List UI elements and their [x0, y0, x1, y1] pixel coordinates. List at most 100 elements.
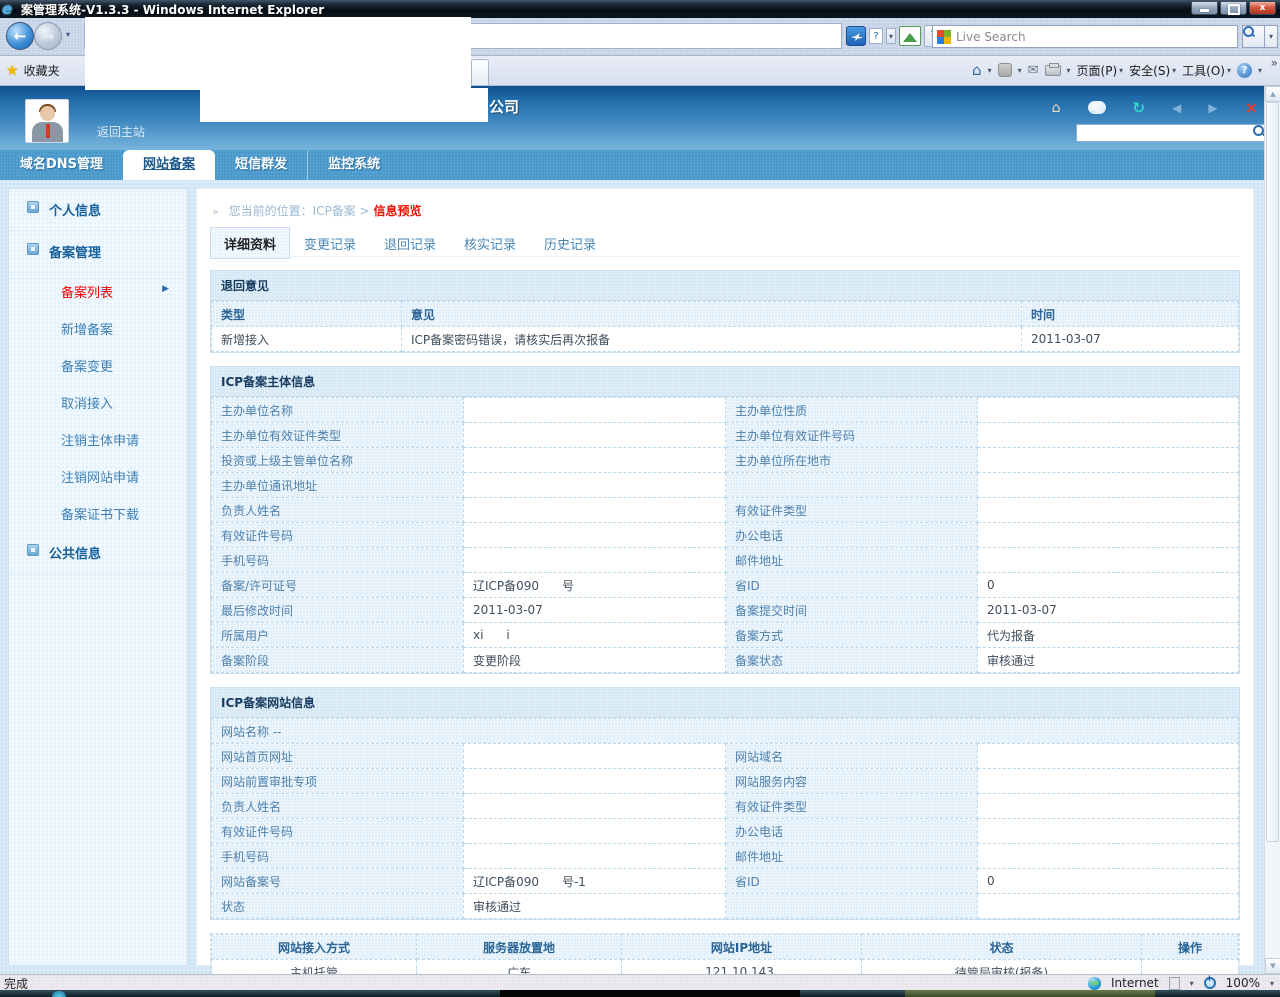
zoom-dropdown-icon[interactable]: ▾ — [1270, 979, 1274, 988]
nav-tab-2[interactable]: 网站备案 — [123, 150, 215, 180]
print-dropdown-icon[interactable]: ▾ — [1067, 66, 1071, 75]
restore-button[interactable] — [1220, 1, 1247, 15]
zoom-icon[interactable] — [1204, 977, 1216, 989]
sidebar-item-9[interactable]: 备案证书下载 — [9, 495, 187, 532]
field-label: 状态 — [212, 894, 464, 919]
scroll-up-icon[interactable]: ▲ — [1265, 86, 1280, 102]
table-row: 备案阶段变更阶段备案状态审核通过 — [212, 648, 1239, 673]
help-dropdown-icon[interactable]: ▾ — [1258, 66, 1262, 75]
field-label: 主办单位性质 — [726, 398, 978, 423]
addon-help-icon[interactable]: ? — [869, 28, 883, 44]
detail-tab-3[interactable]: 退回记录 — [370, 228, 450, 258]
sidebar-group-1[interactable]: 个人信息 — [9, 189, 187, 231]
field-label: 主办单位有效证件号码 — [726, 423, 978, 448]
field-value: 代为报备 — [978, 623, 1239, 648]
sidebar-item-5[interactable]: 备案变更 — [9, 347, 187, 384]
safety-menu-dropdown-icon: ▾ — [1172, 66, 1176, 75]
detail-tab-2[interactable]: 变更记录 — [290, 228, 370, 258]
detail-tab-5[interactable]: 历史记录 — [530, 228, 610, 258]
header-chat-icon[interactable] — [1088, 101, 1106, 114]
live-search-input[interactable]: Live Search — [932, 25, 1238, 48]
detail-tab-1[interactable]: 详细资料 — [210, 227, 290, 259]
field-value: 2011-03-07 — [978, 598, 1239, 623]
page-menu[interactable]: 页面(P) ▾ — [1077, 62, 1124, 79]
minimize-button[interactable] — [1191, 1, 1218, 15]
content-panel: » 您当前的位置：ICP备案 > 信息预览 详细资料变更记录退回记录核实记录历史… — [196, 188, 1254, 966]
nav-tab-4[interactable]: 监控系统 — [307, 150, 400, 180]
addon-bird-icon[interactable] — [846, 26, 866, 46]
help-icon[interactable]: ? — [1237, 63, 1252, 78]
history-dropdown-icon[interactable]: ▾ — [66, 30, 70, 39]
nav-tab-1[interactable]: 域名DNS管理 — [0, 150, 123, 180]
company-name: 公司 — [489, 96, 519, 117]
field-value — [464, 844, 726, 869]
back-to-main-link[interactable]: 返回主站 — [97, 123, 145, 140]
search-options-dropdown[interactable]: ▾ — [1265, 25, 1278, 48]
section-title: ICP备案主体信息 — [211, 367, 1239, 397]
field-label: 所属用户 — [212, 623, 464, 648]
field-label: 备案状态 — [726, 648, 978, 673]
browser-tab[interactable] — [471, 59, 489, 85]
header-next-icon[interactable]: ▶ — [1208, 101, 1217, 115]
site-info-section: ICP备案网站信息 网站名称 -- 网站首页网址网站域名网站前置审批专项网站服务… — [210, 687, 1240, 920]
taskbar-window[interactable] — [500, 990, 800, 997]
field-label: 省ID — [726, 869, 978, 894]
back-button[interactable]: ← — [6, 22, 34, 50]
vertical-scrollbar[interactable]: ▲ ▼ — [1264, 86, 1280, 974]
header-home-icon[interactable]: ⌂ — [1052, 100, 1061, 116]
zone-dropdown-icon[interactable]: ▾ — [1190, 979, 1194, 988]
field-label: 网站服务内容 — [726, 769, 978, 794]
avatar — [25, 99, 69, 143]
search-go-button[interactable] — [1242, 25, 1265, 48]
header-prev-icon[interactable]: ◀ — [1172, 101, 1181, 115]
header-refresh-icon[interactable]: ↻ — [1133, 99, 1146, 117]
field-value: 辽ICP备090 号-1 — [464, 869, 726, 894]
field-label: 办公电话 — [726, 819, 978, 844]
field-label: 主办单位所在地市 — [726, 448, 978, 473]
sidebar-group-2[interactable]: 备案管理 — [9, 231, 187, 273]
tools-menu[interactable]: 工具(O) ▾ — [1182, 62, 1231, 79]
safety-menu[interactable]: 安全(S) ▾ — [1129, 62, 1176, 79]
scrollbar-thumb[interactable] — [1266, 102, 1279, 842]
print-icon[interactable] — [1045, 65, 1061, 76]
nav-tab-3[interactable]: 短信群发 — [215, 150, 307, 180]
sidebar-item-8[interactable]: 注销网站申请 — [9, 458, 187, 495]
scroll-down-icon[interactable]: ▼ — [1265, 958, 1280, 974]
rss-dropdown-icon[interactable]: ▾ — [1018, 66, 1022, 75]
cell-value: 2011-03-07 — [1022, 327, 1239, 352]
start-orb-icon[interactable] — [52, 991, 66, 997]
table-row: 有效证件号码办公电话 — [212, 819, 1239, 844]
protected-mode-icon[interactable] — [1169, 977, 1180, 990]
field-value — [978, 398, 1239, 423]
breadcrumb: » 您当前的位置：ICP备案 > 信息预览 — [210, 197, 1240, 227]
snapshot-button[interactable] — [899, 26, 921, 46]
taskbar-window[interactable] — [905, 990, 1155, 997]
breadcrumb-arrows-icon: » — [212, 205, 219, 218]
toolbar-overflow-icon[interactable]: » — [1271, 56, 1278, 70]
mail-icon[interactable]: ✉ — [1028, 63, 1039, 78]
home-icon[interactable]: ⌂ — [972, 61, 982, 79]
sidebar-group-10[interactable]: 公共信息 — [9, 532, 187, 574]
detail-tabs: 详细资料变更记录退回记录核实记录历史记录 — [210, 227, 1240, 257]
sidebar-item-6[interactable]: 取消接入 — [9, 384, 187, 421]
field-label: 网站首页网址 — [212, 744, 464, 769]
home-dropdown-icon[interactable]: ▾ — [988, 66, 992, 75]
table-row: 负责人姓名有效证件类型 — [212, 498, 1239, 523]
forward-button[interactable]: → — [34, 22, 62, 50]
rss-feed-icon[interactable] — [998, 63, 1012, 77]
close-button[interactable]: x — [1249, 1, 1276, 15]
header-close-icon[interactable]: × — [1245, 98, 1258, 117]
addon-dropdown-icon[interactable]: ▾ — [886, 28, 896, 44]
zoom-level[interactable]: 100% — [1226, 976, 1260, 990]
column-header: 类型 — [212, 302, 402, 327]
sidebar-item-3[interactable]: 备案列表▶ — [9, 273, 187, 310]
detail-tab-4[interactable]: 核实记录 — [450, 228, 530, 258]
field-value — [978, 744, 1239, 769]
table-row: 有效证件号码办公电话 — [212, 523, 1239, 548]
favorites-button[interactable]: 收藏夹 — [24, 62, 60, 79]
sidebar-item-7[interactable]: 注销主体申请 — [9, 421, 187, 458]
header-search-input[interactable] — [1076, 124, 1268, 142]
field-value — [978, 819, 1239, 844]
field-label: 备案方式 — [726, 623, 978, 648]
sidebar-item-4[interactable]: 新增备案 — [9, 310, 187, 347]
